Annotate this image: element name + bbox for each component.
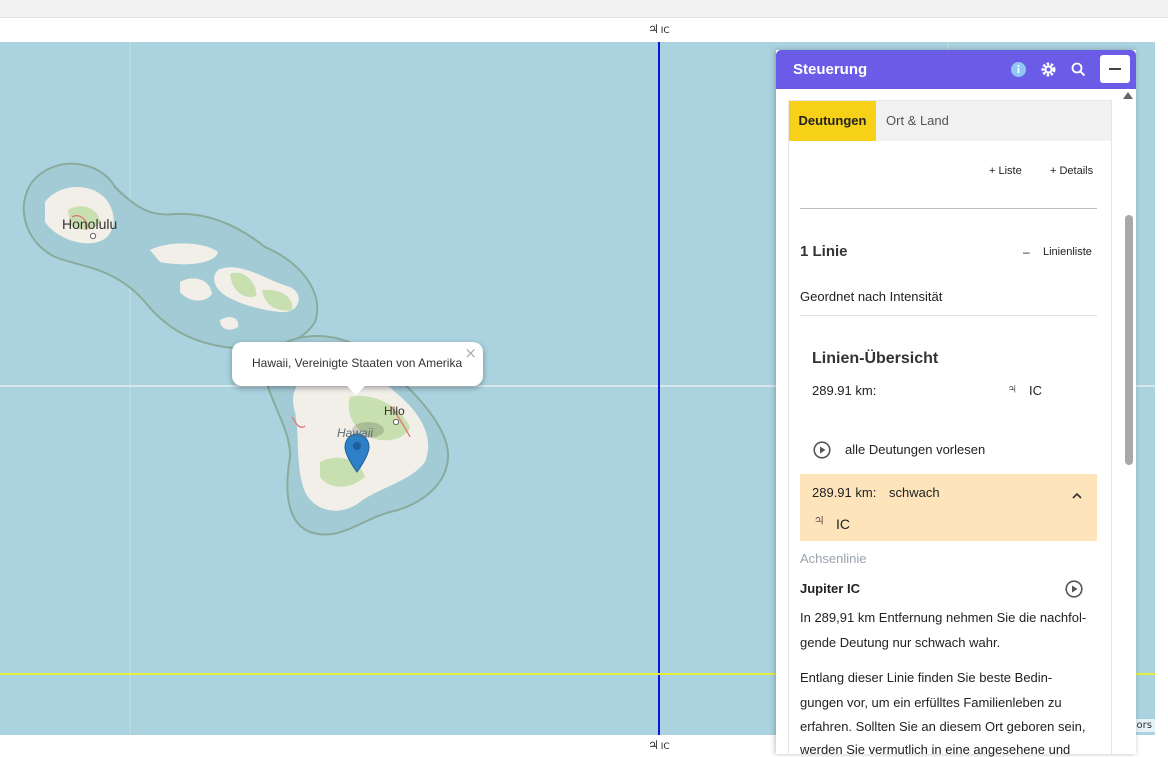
entry-label: IC (836, 516, 850, 532)
entry-text-line: Entlang dieser Linie finden Sie beste Be… (800, 670, 1053, 685)
jupiter-symbol: ♃ (648, 22, 659, 36)
popup-text: Hawaii, Vereinigte Staaten von Amerika (252, 356, 463, 370)
city-dot-honolulu (89, 232, 97, 240)
search-icon[interactable] (1070, 61, 1087, 78)
tab-ort-land[interactable]: Ort & Land (886, 101, 949, 141)
liste-toggle[interactable]: + Liste (989, 165, 1022, 177)
entry-distance: 289.91 km: (812, 485, 877, 500)
tab-deutungen[interactable]: Deutungen (789, 101, 876, 141)
jupiter-symbol: ♃ (813, 512, 825, 529)
map-attribution[interactable]: ors (1133, 719, 1155, 732)
jupiter-symbol: ♃ (1007, 380, 1018, 396)
popup-tip (347, 386, 365, 395)
place-label-hawaii: Hawaii (337, 426, 374, 440)
city-dot-hilo (392, 418, 400, 426)
jupiter-symbol: ♃ (648, 738, 659, 752)
browser-top-strip (0, 0, 1168, 18)
entry-category: Achsenlinie (800, 551, 867, 566)
details-toggle[interactable]: + Details (1050, 165, 1093, 177)
collapse-dash[interactable]: – (1023, 245, 1030, 259)
overview-label: IC (1029, 383, 1042, 398)
read-all-label[interactable]: alle Deutungen vorlesen (845, 442, 985, 457)
lines-count: 1 Linie (800, 243, 848, 260)
ruler-label-top: ♃ IC (648, 22, 670, 36)
overview-title: Linien-Übersicht (812, 350, 939, 367)
overview-distance: 289.91 km: (812, 383, 877, 398)
top-ruler: ♃ IC (0, 18, 1155, 42)
ruler-ic-label: IC (660, 26, 670, 36)
scrollbar-thumb[interactable] (1125, 215, 1133, 465)
minimize-icon (1109, 68, 1121, 70)
panel-header: Steuerung (776, 50, 1136, 89)
entry-text-line: werden Sie vermutlich in eine angesehene… (800, 742, 1071, 757)
popup-close-button[interactable]: × (464, 344, 477, 362)
entry-strength: schwach (889, 485, 940, 500)
linienliste-toggle[interactable]: Linienliste (1043, 246, 1092, 258)
entry-text-line: erfahren. Sollten Sie an diesem Ort gebo… (800, 719, 1086, 734)
marker-center (353, 442, 361, 450)
info-icon[interactable] (1010, 61, 1027, 78)
entry-text-line: gungen vor, um ein erfülltes Familienleb… (800, 695, 1062, 710)
chevron-up-icon[interactable] (1071, 486, 1083, 499)
entry-text-line: gende Deutung nur schwach wahr. (800, 635, 1001, 650)
panel-body: Deutungen Ort & Land (788, 100, 1112, 754)
play-icon[interactable] (1065, 580, 1083, 598)
location-popup: Hawaii, Vereinigte Staaten von Amerika × (232, 342, 483, 395)
panel-title: Steuerung (793, 61, 868, 78)
entry-text-line: In 289,91 km Entfernung nehmen Sie die n… (800, 610, 1087, 625)
entry-name: Jupiter IC (800, 581, 860, 596)
place-label-honolulu: Honolulu (62, 216, 118, 232)
ruler-ic-label: IC (660, 742, 670, 752)
gear-icon[interactable] (1040, 61, 1057, 78)
divider (800, 315, 1097, 316)
panel-tabs: Deutungen Ort & Land (789, 101, 1111, 141)
place-label-hilo: Hilo (384, 404, 405, 418)
scroll-up-arrow[interactable] (1123, 92, 1133, 99)
minimize-button[interactable] (1100, 55, 1130, 83)
play-icon[interactable] (813, 441, 831, 459)
sort-label: Geordnet nach Intensität (800, 289, 943, 304)
ruler-label-bottom: ♃ IC (648, 738, 670, 752)
divider (800, 208, 1097, 209)
